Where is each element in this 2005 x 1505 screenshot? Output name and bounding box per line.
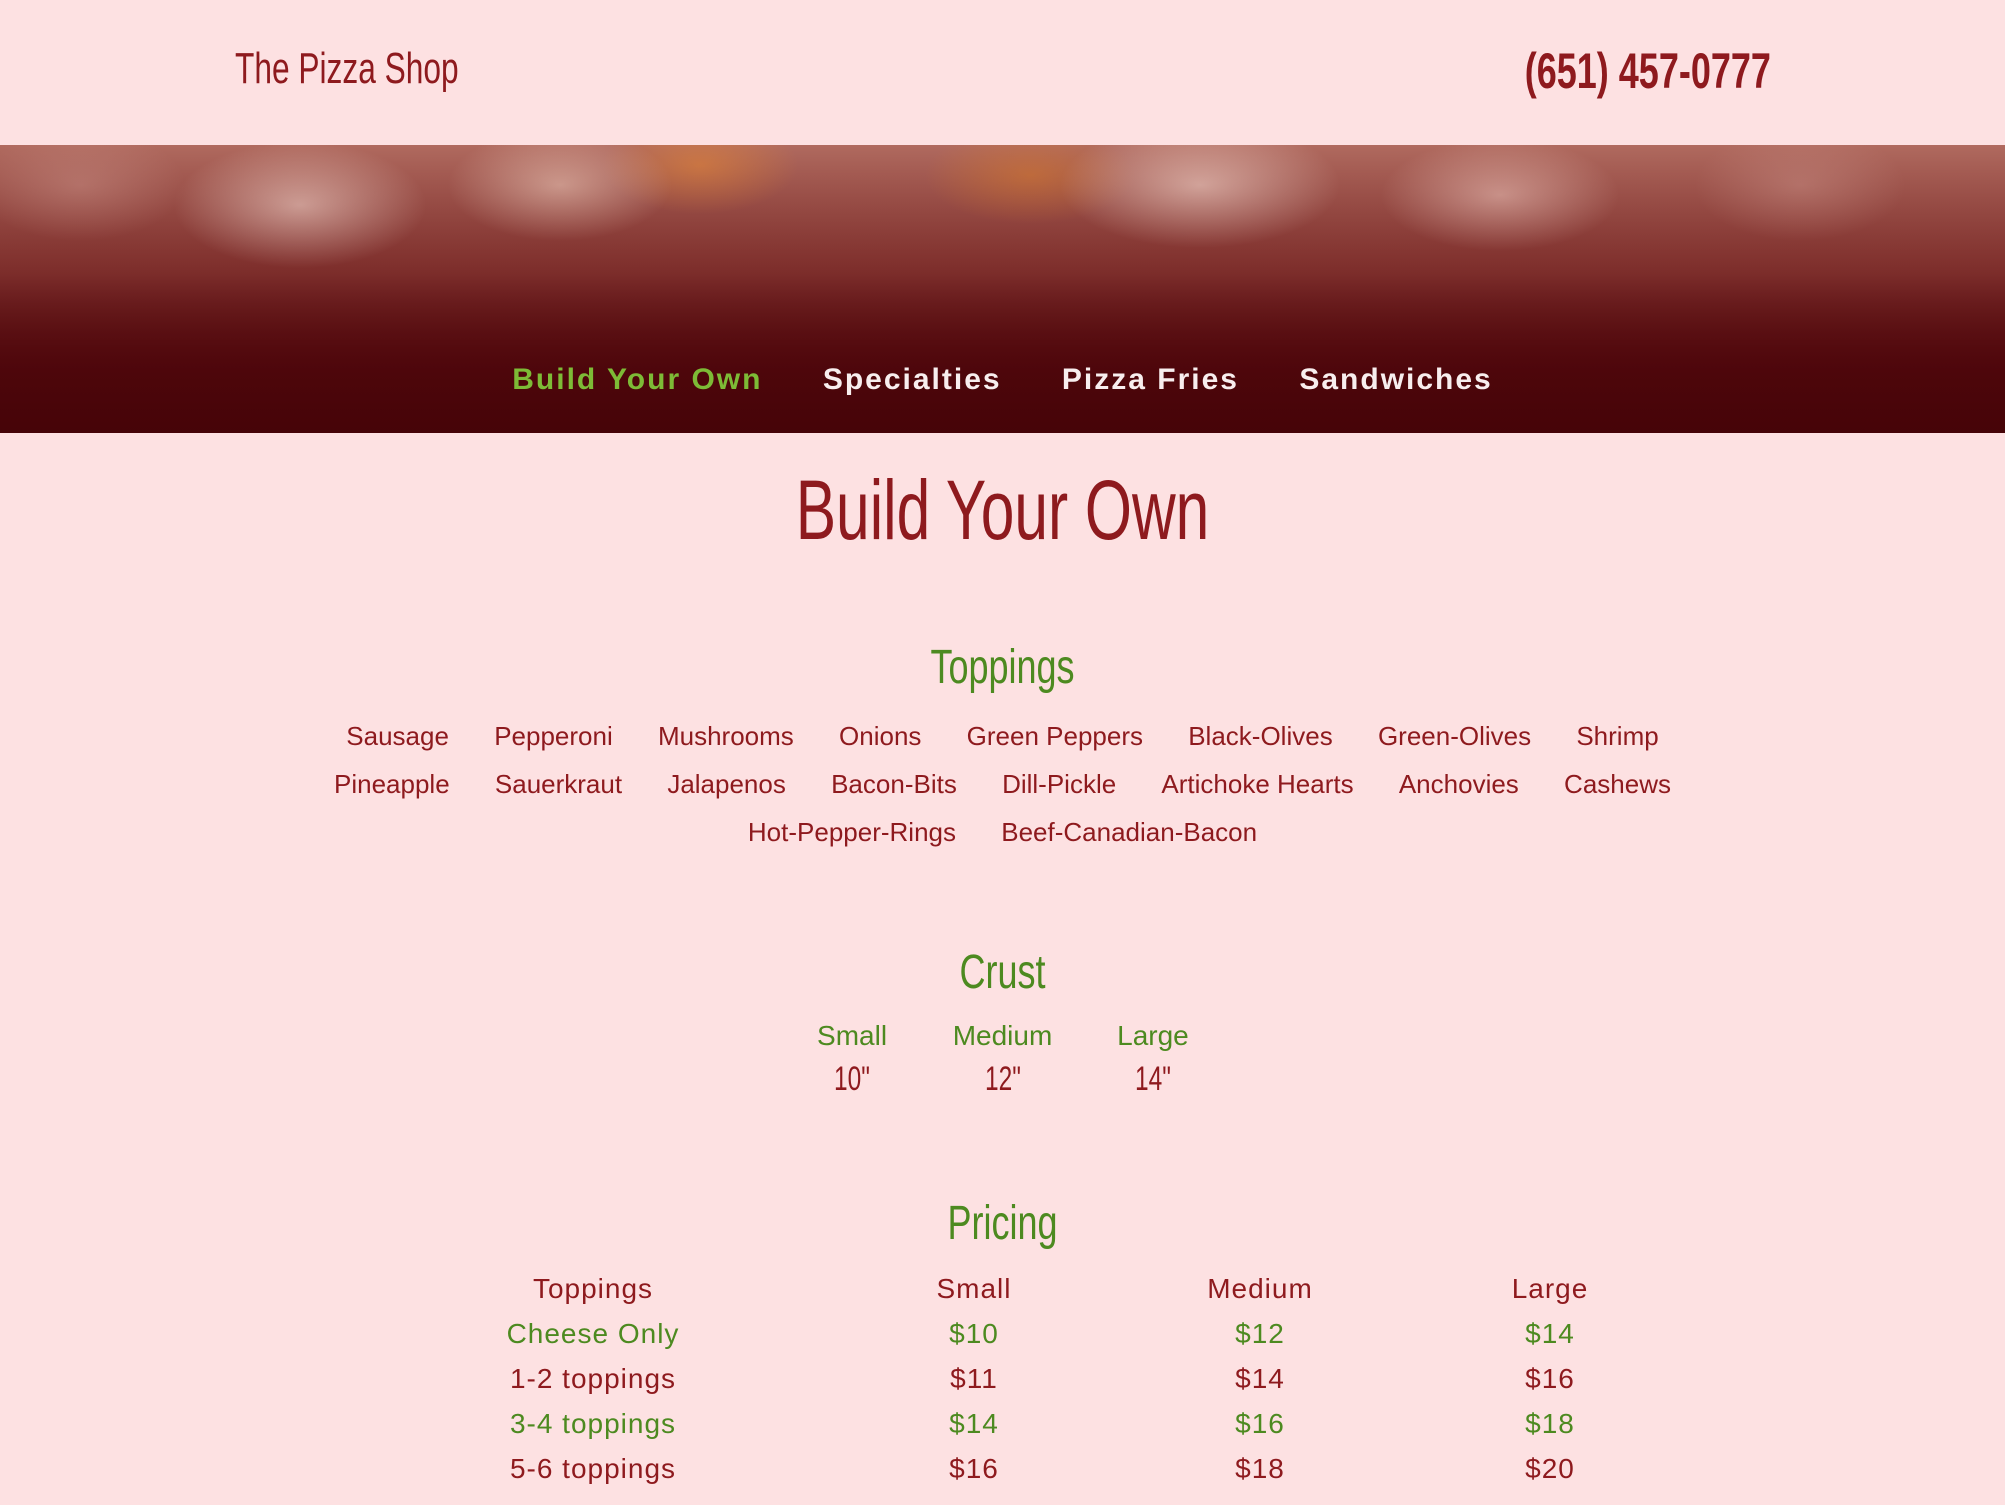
pricing-column-header: Small (936, 1273, 1012, 1304)
crust-size-medium: Medium 12" (938, 1016, 1068, 1102)
table-row: 3-4 toppings $14 $16 $18 (0, 1401, 2005, 1446)
table-row: 5-6 toppings $16 $18 $20 (0, 1446, 2005, 1491)
topping-item: Hot-Pepper-Rings (747, 817, 956, 847)
topping-item: Black-Olives (1188, 721, 1333, 751)
pricing-cell: $16 (949, 1453, 999, 1484)
pricing-cell: $11 (950, 1363, 998, 1394)
topping-item: Dill-Pickle (1002, 769, 1117, 799)
crust-size-name: Large (1117, 1020, 1189, 1051)
topping-item: Artichoke Hearts (1161, 769, 1354, 799)
nav-build-your-own[interactable]: Build Your Own (512, 363, 762, 397)
pricing-header-row: Toppings Small Medium Large (0, 1266, 2005, 1311)
crust-size-small: Small 10" (787, 1016, 917, 1102)
topping-item: Mushrooms (657, 721, 794, 751)
topping-item: Onions (839, 721, 922, 751)
pricing-cell: $12 (1235, 1318, 1285, 1349)
toppings-list: Sausage Pepperoni Mushrooms Onions Green… (230, 712, 1775, 856)
pricing-cell: $16 (1235, 1408, 1285, 1439)
pricing-cell: $14 (1235, 1363, 1285, 1394)
table-row: 1-2 toppings $11 $14 $16 (0, 1356, 2005, 1401)
phone-number-link[interactable]: (651) 457-0777 (1525, 42, 1771, 100)
pricing-cell: $10 (949, 1318, 999, 1349)
crust-size-inches: 10" (834, 1060, 871, 1098)
pricing-column-header: Large (1511, 1273, 1589, 1304)
nav-sandwiches[interactable]: Sandwiches (1299, 363, 1492, 397)
pricing-cell: 1-2 toppings (509, 1363, 677, 1394)
topping-item: Sausage (346, 721, 449, 751)
topping-item: Cashews (1564, 769, 1671, 799)
hero-banner: Build Your Own Specialties Pizza Fries S… (0, 145, 2005, 433)
pricing-heading: Pricing (947, 1197, 1058, 1250)
pricing-cell: $18 (1235, 1453, 1285, 1484)
pricing-cell: $18 (1525, 1408, 1575, 1439)
nav-specialties[interactable]: Specialties (823, 363, 1002, 397)
crust-size-name: Small (817, 1020, 888, 1051)
pricing-table: Toppings Small Medium Large Cheese Only … (0, 1266, 2005, 1491)
crust-heading: Crust (959, 946, 1046, 999)
topping-item: Jalapenos (667, 769, 786, 799)
toppings-heading: Toppings (930, 641, 1075, 694)
pricing-cell: $14 (949, 1408, 999, 1439)
pricing-column-header: Toppings (532, 1273, 654, 1304)
crust-size-name: Medium (952, 1020, 1053, 1051)
pricing-cell: 5-6 toppings (509, 1453, 677, 1484)
crust-size-inches: 14" (1134, 1060, 1171, 1098)
pricing-cell: 3-4 toppings (509, 1408, 677, 1439)
crust-size-large: Large 14" (1088, 1016, 1218, 1102)
pricing-cell: $16 (1525, 1363, 1575, 1394)
pricing-cell: Cheese Only (506, 1318, 680, 1349)
topping-item: Sauerkraut (494, 769, 623, 799)
site-logo-link[interactable]: The Pizza Shop (235, 44, 459, 94)
pricing-cell: $14 (1525, 1318, 1575, 1349)
topping-item: Pineapple (334, 769, 450, 799)
pricing-cell: $20 (1525, 1453, 1575, 1484)
topping-item: Bacon-Bits (831, 769, 957, 799)
pricing-column-header: Medium (1207, 1273, 1313, 1304)
top-bar: The Pizza Shop (651) 457-0777 (0, 0, 2005, 145)
topping-item: Pepperoni (494, 721, 613, 751)
topping-item: Green-Olives (1377, 721, 1532, 751)
nav-pizza-fries[interactable]: Pizza Fries (1062, 363, 1239, 397)
topping-item: Green Peppers (966, 721, 1143, 751)
topping-item: Beef-Canadian-Bacon (1001, 817, 1258, 847)
crust-sizes: Small 10" Medium 12" Large 14" (0, 1016, 2005, 1102)
crust-size-inches: 12" (984, 1060, 1021, 1098)
topping-item: Anchovies (1398, 769, 1519, 799)
page-title: Build Your Own (795, 463, 1210, 557)
main-nav: Build Your Own Specialties Pizza Fries S… (0, 363, 2005, 397)
topping-item: Shrimp (1576, 721, 1659, 751)
table-row: Cheese Only $10 $12 $14 (0, 1311, 2005, 1356)
